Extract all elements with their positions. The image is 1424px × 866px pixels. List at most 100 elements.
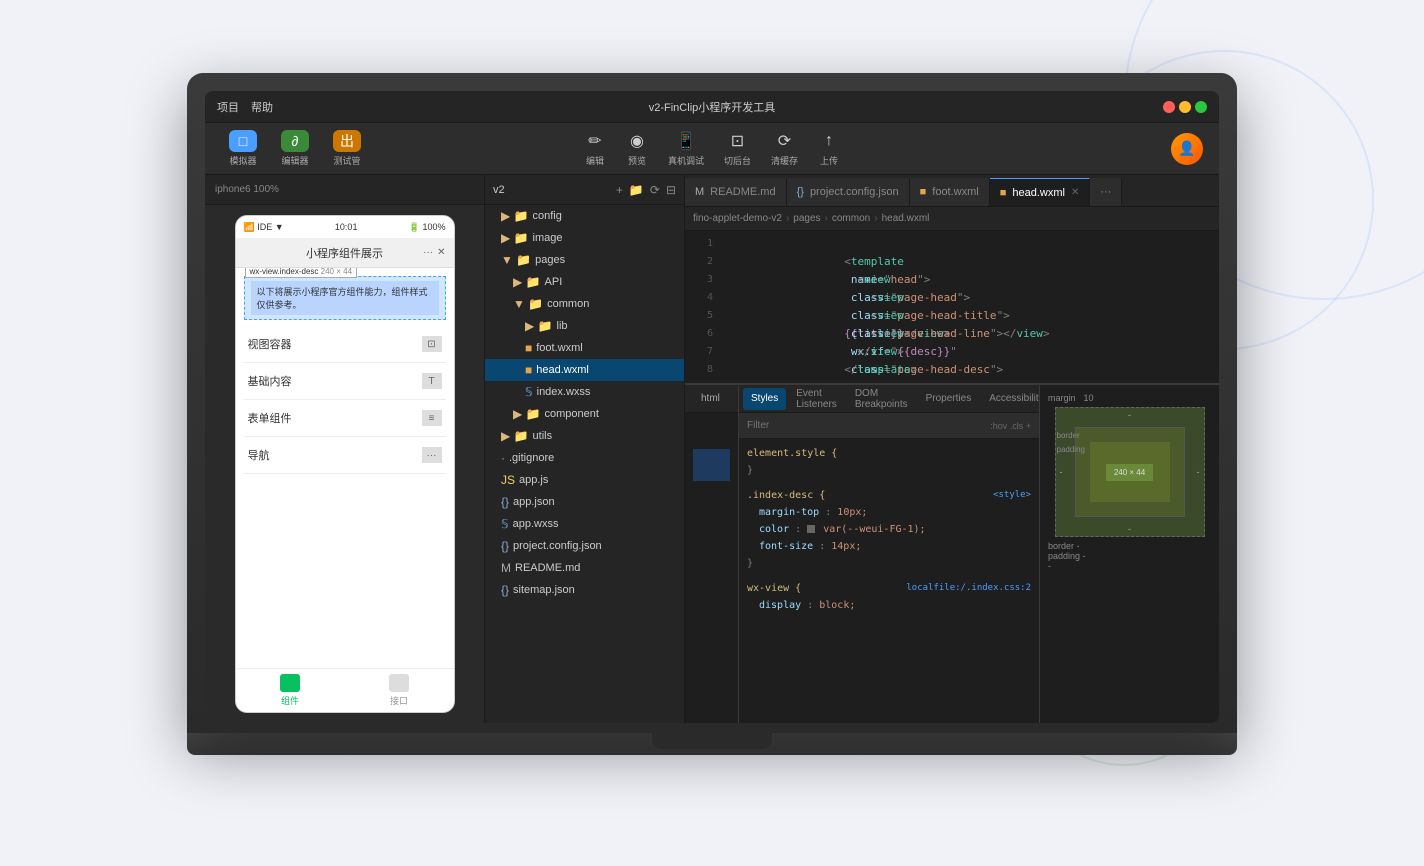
list-item-2[interactable]: 基础内容 T bbox=[244, 363, 446, 400]
tab-projectjson[interactable]: {} project.config.json bbox=[787, 178, 910, 206]
devtools-tabs: html body wx-view.index wx-view.index-hd… bbox=[685, 385, 738, 413]
styles-filter-input[interactable] bbox=[747, 420, 982, 431]
styles-prop-display: display bbox=[759, 600, 801, 611]
breadcrumb-common: common bbox=[832, 213, 870, 224]
box-model-labels: margin 10 bbox=[1048, 393, 1094, 403]
tab-more[interactable]: ··· bbox=[1090, 178, 1122, 206]
action-clear[interactable]: ⟳ 清缓存 bbox=[771, 130, 798, 167]
maximize-btn[interactable] bbox=[1195, 101, 1207, 113]
bottom-nav-api[interactable]: 接口 bbox=[389, 674, 409, 707]
close-btn[interactable] bbox=[1163, 101, 1175, 113]
tree-item-utils[interactable]: ▶ 📁 utils bbox=[485, 425, 684, 447]
action-preview[interactable]: ◉ 预览 bbox=[626, 130, 648, 167]
test-btn[interactable]: 出 测试管 bbox=[325, 126, 369, 171]
laptop-container: 项目 帮助 v2-FinClip小程序开发工具 □ 模拟器 bbox=[187, 73, 1237, 793]
tree-item-gitignore[interactable]: · .gitignore bbox=[485, 447, 684, 469]
box-model-panel: margin 10 - - - bbox=[1039, 385, 1219, 723]
list-item-4[interactable]: 导航 ··· bbox=[244, 437, 446, 474]
app-titlebar: 项目 帮助 v2-FinClip小程序开发工具 bbox=[205, 91, 1219, 123]
action-edit[interactable]: ✏ 编辑 bbox=[584, 130, 606, 167]
editor-btn[interactable]: ∂ 编辑器 bbox=[273, 126, 317, 171]
txt-icon: · bbox=[501, 451, 505, 465]
json-icon: {} bbox=[501, 583, 509, 597]
devtools-tab-body[interactable]: body bbox=[732, 388, 739, 410]
clear-icon: ⟳ bbox=[774, 130, 796, 152]
user-avatar[interactable]: 👤 bbox=[1171, 133, 1203, 165]
tree-item-api[interactable]: ▶ 📁 API bbox=[485, 271, 684, 293]
js-icon: JS bbox=[501, 473, 515, 487]
tree-item-config[interactable]: ▶ 📁 config bbox=[485, 205, 684, 227]
tree-item-appjson[interactable]: {} app.json bbox=[485, 491, 684, 513]
devtools-styles: Styles Event Listeners DOM Breakpoints P… bbox=[739, 385, 1039, 723]
padding-box: 240 × 44 bbox=[1090, 442, 1170, 502]
tree-new-folder[interactable]: 📁 bbox=[629, 183, 644, 197]
bg-label: 切后台 bbox=[724, 154, 751, 167]
tree-item-index-wxss[interactable]: 𝕊 index.wxss bbox=[485, 381, 684, 403]
folder-icon: ▶ 📁 bbox=[513, 407, 541, 421]
tree-refresh[interactable]: ⟳ bbox=[650, 183, 660, 197]
tab-foot[interactable]: ■ foot.wxml bbox=[910, 178, 990, 206]
tab-readme[interactable]: M README.md bbox=[685, 178, 787, 206]
menu-help[interactable]: 帮助 bbox=[251, 99, 273, 115]
titlebar-menu[interactable]: 项目 帮助 bbox=[217, 99, 273, 115]
styles-tabs: Styles Event Listeners DOM Breakpoints P… bbox=[739, 385, 1039, 413]
file-tree: v2 + 📁 ⟳ ⊟ ▶ 📁 config ▶ 📁 bbox=[485, 175, 685, 723]
styles-tab-dom[interactable]: DOM Breakpoints bbox=[847, 388, 916, 410]
list-item-3[interactable]: 表单组件 ≡ bbox=[244, 400, 446, 437]
tree-item-component[interactable]: ▶ 📁 component bbox=[485, 403, 684, 425]
line-num-4: 4 bbox=[689, 289, 713, 307]
tab-head-icon: ■ bbox=[1000, 187, 1007, 199]
element-label: wx-view.index-desc 240 × 44 bbox=[245, 268, 358, 278]
simulator-btn[interactable]: □ 模拟器 bbox=[221, 126, 265, 171]
toolbar: □ 模拟器 ∂ 编辑器 出 测试管 ✏ 编辑 bbox=[205, 123, 1219, 175]
styles-selector-element: element.style { bbox=[747, 448, 837, 459]
styles-source-link-2[interactable]: localfile:/.index.css:2 bbox=[906, 580, 1031, 597]
border-dash: border - bbox=[1048, 541, 1080, 551]
action-device-debug[interactable]: 📱 真机调试 bbox=[668, 130, 704, 167]
padding-label: padding bbox=[1057, 445, 1085, 454]
styles-tab-events[interactable]: Event Listeners bbox=[788, 388, 845, 410]
dom-line-1: <wx-image class="index-logo" src="../res… bbox=[693, 417, 730, 433]
devtools-tab-html[interactable]: html bbox=[693, 388, 728, 410]
styles-tab-props[interactable]: Properties bbox=[918, 388, 980, 410]
styles-val-display: block; bbox=[819, 600, 855, 611]
tree-item-pages[interactable]: ▼ 📁 pages bbox=[485, 249, 684, 271]
tree-item-lib[interactable]: ▶ 📁 lib bbox=[485, 315, 684, 337]
toolbar-left: □ 模拟器 ∂ 编辑器 出 测试管 bbox=[221, 126, 369, 171]
margin-label: margin bbox=[1048, 393, 1076, 403]
simulator-icon: □ bbox=[229, 130, 257, 152]
tree-item-appjs[interactable]: JS app.js bbox=[485, 469, 684, 491]
bottom-nav-component[interactable]: ⊞ 组件 bbox=[280, 674, 300, 707]
code-content[interactable]: <template name="head"> <view class="page… bbox=[717, 231, 1219, 383]
styles-source-link[interactable]: <style> bbox=[993, 487, 1031, 504]
tree-item-readme[interactable]: M README.md bbox=[485, 557, 684, 579]
tree-item-image[interactable]: ▶ 📁 image bbox=[485, 227, 684, 249]
list-item-1[interactable]: 视图容器 ⊡ bbox=[244, 326, 446, 363]
tab-readme-icon: M bbox=[695, 186, 704, 198]
tree-item-foot-wxml[interactable]: ■ foot.wxml bbox=[485, 337, 684, 359]
tab-head[interactable]: ■ head.wxml ✕ bbox=[990, 178, 1091, 206]
phone-title: 小程序组件展示 bbox=[306, 245, 383, 261]
action-bg[interactable]: ⊡ 切后台 bbox=[724, 130, 751, 167]
list-icon-3: ≡ bbox=[422, 410, 442, 426]
folder-open-icon: ▼ 📁 bbox=[501, 253, 531, 267]
md-icon: M bbox=[501, 561, 511, 575]
nav-more[interactable]: ··· bbox=[423, 247, 433, 258]
edit-label: 编辑 bbox=[586, 154, 604, 167]
action-upload[interactable]: ↑ 上传 bbox=[818, 130, 840, 167]
styles-tab-access[interactable]: Accessibility bbox=[981, 388, 1039, 410]
tree-item-appwxss[interactable]: 𝕊 app.wxss bbox=[485, 513, 684, 535]
tab-close[interactable]: ✕ bbox=[1071, 187, 1079, 198]
nav-close[interactable]: ✕ bbox=[437, 247, 445, 258]
code-line-1: <template name="head"> bbox=[725, 235, 1211, 253]
menu-project[interactable]: 项目 bbox=[217, 99, 239, 115]
minimize-btn[interactable] bbox=[1179, 101, 1191, 113]
styles-tab-styles[interactable]: Styles bbox=[743, 388, 786, 410]
tree-item-common[interactable]: ▼ 📁 common bbox=[485, 293, 684, 315]
tree-item-sitemap[interactable]: {} sitemap.json bbox=[485, 579, 684, 601]
tree-collapse[interactable]: ⊟ bbox=[666, 183, 676, 197]
tree-new-file[interactable]: + bbox=[616, 183, 623, 197]
tree-item-head-wxml[interactable]: ■ head.wxml bbox=[485, 359, 684, 381]
tree-item-projectjson[interactable]: {} project.config.json bbox=[485, 535, 684, 557]
editor-label: 编辑器 bbox=[281, 154, 308, 167]
